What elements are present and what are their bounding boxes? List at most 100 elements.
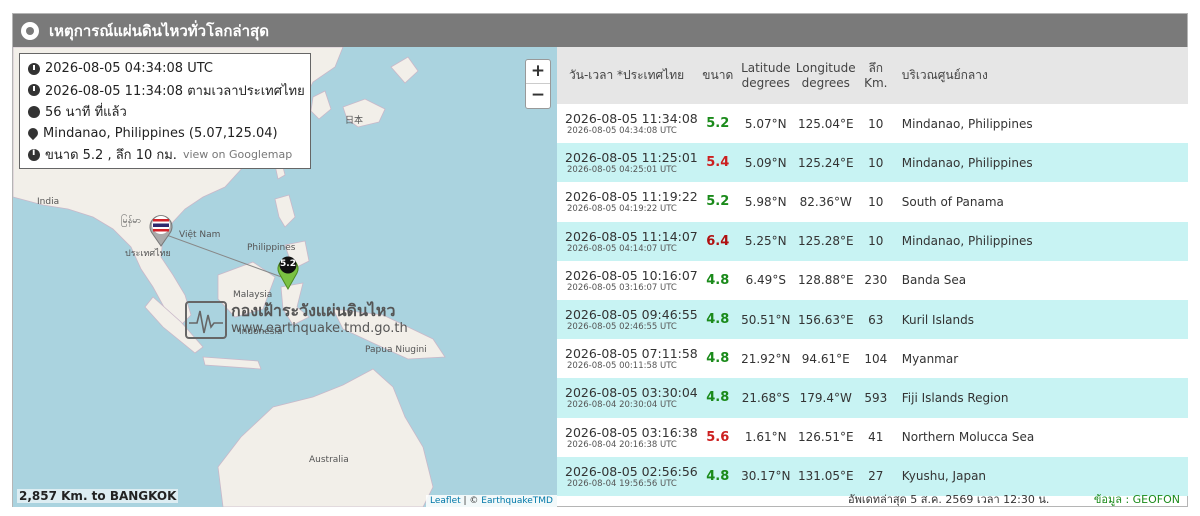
table-row[interactable]: 2026-08-05 07:11:58 2026-08-05 00:11:58 U…: [557, 339, 1188, 379]
row-magnitude: 5.2: [706, 116, 730, 132]
row-time-cell: 2026-08-05 11:19:22 2026-08-05 04:19:22 U…: [557, 182, 698, 221]
row-longitude: 94.61°E: [801, 351, 850, 366]
row-thai-time: 2026-08-05 10:16:07: [565, 267, 698, 283]
row-magnitude: 4.8: [706, 390, 730, 406]
row-longitude: 125.24°E: [797, 155, 854, 170]
googlemap-link[interactable]: view on Googlemap: [183, 148, 292, 161]
info-row-magnitude: ขนาด 5.2 , ลึก 10 กม. view on Googlemap: [28, 144, 302, 166]
row-depth: 593: [864, 390, 888, 405]
row-region: Myanmar: [901, 351, 959, 366]
row-latitude: 5.09°N: [744, 155, 787, 170]
row-longitude: 156.63°E: [797, 312, 854, 327]
row-thai-time: 2026-08-05 11:19:22: [565, 189, 698, 205]
row-latitude: 21.92°N: [741, 351, 791, 366]
table-row[interactable]: 2026-08-05 11:25:01 2026-08-05 04:25:01 U…: [557, 143, 1188, 183]
table-footer: อัพเดทล่าสุด 5 ส.ค. 2569 เวลา 12:30 น. ข…: [557, 485, 1188, 507]
last-updated: อัพเดทล่าสุด 5 ส.ค. 2569 เวลา 12:30 น.: [848, 493, 1050, 506]
row-time-cell: 2026-08-05 09:46:55 2026-08-05 02:46:55 U…: [557, 300, 698, 339]
info-thai-time: 2026-08-05 11:34:08 ตามเวลาประเทศไทย: [45, 83, 305, 99]
distance-to-bangkok: 2,857 Km. to BANGKOK: [17, 489, 179, 503]
row-depth: 104: [864, 351, 888, 366]
event-info-popup: 2026-08-05 04:34:08 UTC 2026-08-05 11:34…: [19, 53, 311, 169]
row-magnitude: 4.8: [706, 351, 730, 367]
zoom-out-button[interactable]: −: [526, 84, 550, 108]
header-depth: ลึก Km.: [857, 47, 894, 104]
clock-icon: [28, 84, 40, 97]
row-latitude: 1.61°N: [744, 430, 787, 445]
earthquake-table-panel: วัน-เวลา *ประเทศไทย ขนาด Latitude degree…: [557, 47, 1188, 507]
row-longitude: 128.88°E: [797, 273, 854, 288]
row-region: South of Panama: [901, 194, 1004, 209]
row-region: Fiji Islands Region: [901, 390, 1009, 405]
map-attribution: Leaflet | © EarthquakeTMD: [426, 495, 557, 507]
bangkok-flag-marker[interactable]: [148, 213, 174, 247]
map-label-india: India: [37, 197, 60, 207]
data-source: ข้อมูล : GEOFON: [1093, 493, 1180, 506]
info-magnitude-depth: ขนาด 5.2 , ลึก 10 กม.: [45, 148, 177, 164]
row-utc-time: 2026-08-04 20:16:38 UTC: [567, 439, 677, 450]
info-location: Mindanao, Philippines (5.07,125.04): [43, 125, 278, 141]
row-latitude: 21.68°S: [741, 390, 790, 405]
row-thai-time: 2026-08-05 11:14:07: [565, 228, 698, 244]
row-region: Mindanao, Philippines: [901, 116, 1033, 131]
row-time-cell: 2026-08-05 10:16:07 2026-08-05 03:16:07 U…: [557, 261, 698, 300]
map-label-philippines: Philippines: [247, 243, 296, 253]
table-header-row: วัน-เวลา *ประเทศไทย ขนาด Latitude degree…: [557, 47, 1188, 104]
row-thai-time: 2026-08-05 03:16:38: [565, 424, 698, 440]
row-thai-time: 2026-08-05 09:46:55: [565, 307, 698, 323]
earthquake-widget: เหตุการณ์แผ่นดินไหวทั่วโลกล่าสุด 日本 Indi…: [12, 13, 1188, 507]
earthquaketmd-link[interactable]: EarthquakeTMD: [481, 496, 553, 506]
table-row[interactable]: 2026-08-05 10:16:07 2026-08-05 03:16:07 U…: [557, 260, 1188, 300]
row-longitude: 125.04°E: [797, 116, 854, 131]
row-latitude: 50.51°N: [741, 312, 791, 327]
table-row[interactable]: 2026-08-05 11:19:22 2026-08-05 04:19:22 U…: [557, 182, 1188, 222]
row-magnitude: 6.4: [706, 233, 730, 249]
bomb-icon: [28, 105, 40, 118]
header-longitude: Longitude degrees: [793, 47, 858, 104]
target-icon: [21, 21, 39, 40]
row-magnitude: 5.4: [706, 155, 730, 171]
table-row[interactable]: 2026-08-05 11:14:07 2026-08-05 04:14:07 U…: [557, 221, 1188, 261]
row-region: Mindanao, Philippines: [901, 234, 1033, 249]
seismograph-icon: [185, 301, 227, 339]
header-latitude: Latitude degrees: [737, 47, 794, 104]
row-region: Northern Molucca Sea: [901, 430, 1035, 445]
leaflet-link[interactable]: Leaflet: [430, 496, 461, 506]
row-longitude: 82.36°W: [799, 194, 852, 209]
row-thai-time: 2026-08-05 02:56:56: [565, 463, 698, 479]
info-row-thai: 2026-08-05 11:34:08 ตามเวลาประเทศไทย: [28, 80, 305, 102]
row-region: Kuril Islands: [901, 312, 975, 327]
row-region: Mindanao, Philippines: [901, 155, 1033, 170]
header-magnitude: ขนาด: [697, 47, 738, 104]
earthquake-table: วัน-เวลา *ประเทศไทย ขนาด Latitude degree…: [557, 47, 1188, 496]
map-label-myanmar: မြန်မာ: [121, 216, 142, 226]
map-pin-icon: [25, 126, 41, 141]
row-utc-time: 2026-08-05 02:46:55 UTC: [567, 322, 677, 333]
table-row[interactable]: 2026-08-05 03:16:38 2026-08-04 20:16:38 U…: [557, 417, 1188, 457]
row-longitude: 179.4°W: [799, 390, 852, 405]
map[interactable]: 日本 中国 India မြန်မာ Việt Nam Philippines …: [13, 47, 557, 507]
row-thai-time: 2026-08-05 11:25:01: [565, 150, 698, 166]
row-utc-time: 2026-08-05 04:14:07 UTC: [567, 243, 677, 254]
watermark-url: www.earthquake.tmd.go.th: [231, 321, 408, 336]
row-depth: 41: [868, 430, 884, 445]
table-row[interactable]: 2026-08-05 09:46:55 2026-08-05 02:46:55 U…: [557, 299, 1188, 340]
row-depth: 10: [868, 234, 884, 249]
row-region: Banda Sea: [901, 273, 967, 288]
map-label-japan: 日本: [345, 116, 364, 126]
row-time-cell: 2026-08-05 11:34:08 2026-08-05 04:34:08 U…: [557, 104, 698, 143]
row-latitude: 6.49°S: [745, 273, 786, 288]
info-utc-time: 2026-08-05 04:34:08 UTC: [45, 61, 213, 77]
row-latitude: 5.25°N: [744, 234, 787, 249]
row-magnitude: 4.8: [706, 312, 730, 328]
zoom-in-button[interactable]: +: [526, 60, 550, 84]
row-magnitude: 5.6: [706, 429, 730, 445]
row-utc-time: 2026-08-05 04:25:01 UTC: [567, 165, 677, 176]
row-time-cell: 2026-08-05 03:16:38 2026-08-04 20:16:38 U…: [557, 418, 698, 457]
zoom-control: + −: [525, 59, 551, 109]
row-magnitude: 5.2: [706, 194, 730, 210]
table-row[interactable]: 2026-08-05 03:30:04 2026-08-04 20:30:04 U…: [557, 378, 1188, 418]
table-row[interactable]: 2026-08-05 11:34:08 2026-08-05 04:34:08 U…: [557, 104, 1188, 144]
info-row-location: Mindanao, Philippines (5.07,125.04): [25, 123, 302, 145]
row-longitude: 125.28°E: [797, 234, 854, 249]
